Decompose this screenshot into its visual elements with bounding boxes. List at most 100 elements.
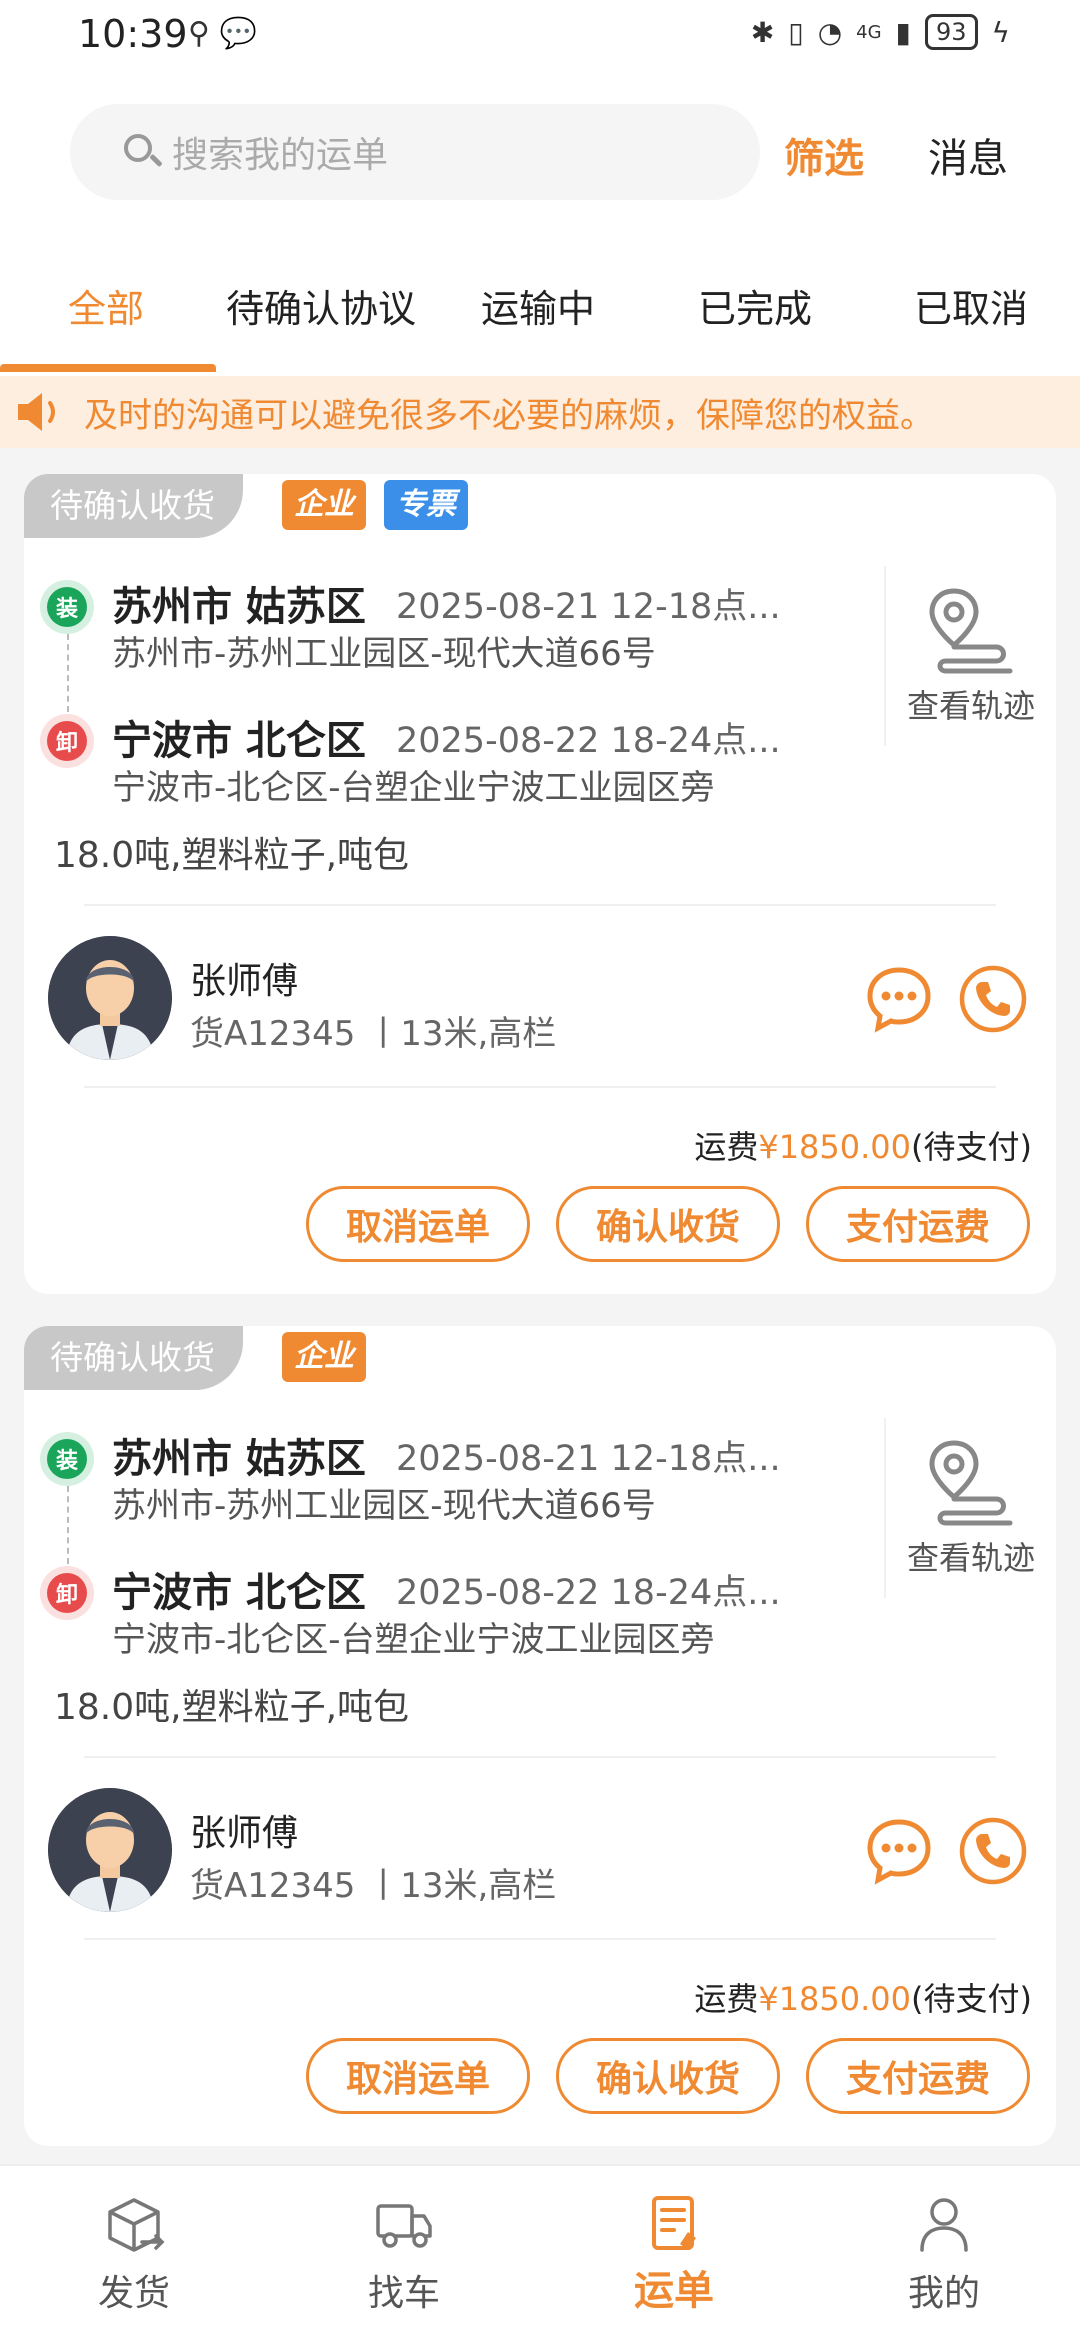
network-label: 4G (856, 21, 882, 43)
nav-item-find-truck[interactable]: 找车 (314, 2192, 494, 2316)
messages-button[interactable]: 消息 (928, 126, 1008, 184)
waybill-icon (652, 2196, 696, 2250)
invoice-badge: 专票 (384, 480, 468, 530)
divider (84, 1756, 996, 1758)
confirm-receipt-button[interactable]: 确认收货 (556, 1186, 780, 1262)
unload-marker: 卸 (40, 714, 94, 768)
profile-icon (920, 2198, 968, 2252)
unload-time: 2025-08-22 18-24点... (396, 721, 781, 761)
notice-text: 及时的沟通可以避免很多不必要的麻烦，保障您的权益。 (84, 395, 934, 436)
speaker-icon (18, 393, 55, 431)
chat-icon[interactable] (864, 1816, 934, 1886)
nav-label: 发货 (97, 2273, 170, 2314)
tab-cancelled[interactable]: 已取消 (914, 278, 1028, 333)
nav-item-waybill[interactable]: 运单 (584, 2192, 764, 2316)
fee-label: 运费 (694, 1128, 759, 1166)
unload-city: 宁波市 北仑区 (112, 1570, 366, 1616)
search-placeholder: 搜索我的运单 (172, 135, 389, 176)
signal-icon: ▮ (895, 15, 911, 49)
truck-info: 货A12345 丨13米,高栏 (190, 1866, 557, 1906)
tab-in-transit[interactable]: 运输中 (481, 278, 595, 333)
fee-line: 运费¥1850.00(待支付) (694, 1122, 1032, 1168)
vibrate-icon: ▯ (788, 15, 804, 49)
nav-label: 找车 (367, 2273, 440, 2314)
load-address: 苏州市-苏州工业园区-现代大道66号 (112, 1486, 656, 1526)
fee-status: (待支付) (911, 1128, 1032, 1166)
charging-icon: ϟ (991, 15, 1010, 49)
chat-icon[interactable] (864, 964, 934, 1034)
battery-icon: 93 (924, 14, 978, 50)
unload-time: 2025-08-22 18-24点... (396, 1573, 781, 1613)
divider (84, 1086, 996, 1088)
header: 搜索我的运单 筛选 消息 (0, 76, 1080, 230)
fee-label: 运费 (694, 1980, 759, 2018)
truck-icon (376, 2204, 432, 2248)
load-marker: 装 (40, 580, 94, 634)
notice-bar: 及时的沟通可以避免很多不必要的麻烦，保障您的权益。 (0, 376, 1080, 448)
load-time: 2025-08-21 12-18点... (396, 1439, 781, 1479)
status-badge: 待确认收货 (24, 1326, 243, 1390)
phone-icon[interactable] (958, 1816, 1028, 1886)
wifi-icon: ◔ (817, 15, 843, 49)
load-address: 苏州市-苏州工业园区-现代大道66号 (112, 634, 656, 674)
status-badge: 待确认收货 (24, 474, 243, 538)
view-track-button[interactable]: 查看轨迹 (884, 566, 1056, 746)
bluetooth-icon: ✱ (750, 15, 775, 49)
unload-marker: 卸 (40, 1566, 94, 1620)
driver-name: 张师傅 (190, 1813, 299, 1854)
company-badge: 企业 (282, 1332, 366, 1382)
order-card[interactable]: 待确认收货 企业 专票 装 苏州市 姑苏区 2025-08-21 12-18点.… (24, 474, 1056, 1294)
load-city: 苏州市 姑苏区 (112, 584, 366, 630)
phone-icon[interactable] (958, 964, 1028, 1034)
driver-name: 张师傅 (190, 961, 299, 1002)
search-input[interactable]: 搜索我的运单 (70, 104, 760, 200)
fee-amount: ¥1850.00 (758, 1128, 912, 1166)
cargo-info: 18.0吨,塑料粒子,吨包 (54, 835, 410, 876)
nav-item-profile[interactable]: 我的 (854, 2192, 1034, 2316)
tab-indicator (0, 364, 216, 372)
unload-address: 宁波市-北仑区-台塑企业宁波工业园区旁 (112, 1620, 715, 1660)
divider (84, 904, 996, 906)
fee-amount: ¥1850.00 (758, 1980, 912, 2018)
avatar (48, 1788, 172, 1912)
location-route-icon (929, 588, 1013, 674)
bottom-nav: 发货 找车 运单 我的 (0, 2164, 1080, 2340)
divider (84, 1938, 996, 1940)
status-time: 10:39 (78, 12, 188, 56)
nav-item-ship[interactable]: 发货 (44, 2192, 224, 2316)
unload-city: 宁波市 北仑区 (112, 718, 366, 764)
pay-freight-button[interactable]: 支付运费 (806, 2038, 1030, 2114)
nav-label: 运单 (634, 2268, 714, 2314)
nav-label: 我的 (907, 2273, 980, 2314)
load-marker: 装 (40, 1432, 94, 1486)
status-right-icons: ✱ ▯ ◔ 4G ▮ 93 ϟ (751, 14, 1010, 50)
usb-chat-icons: ⚲ 💬 (188, 16, 257, 51)
cancel-order-button[interactable]: 取消运单 (306, 1186, 530, 1262)
confirm-receipt-button[interactable]: 确认收货 (556, 2038, 780, 2114)
truck-info: 货A12345 丨13米,高栏 (190, 1014, 557, 1054)
filter-button[interactable]: 筛选 (784, 126, 864, 184)
fee-line: 运费¥1850.00(待支付) (694, 1974, 1032, 2020)
cancel-order-button[interactable]: 取消运单 (306, 2038, 530, 2114)
tab-all[interactable]: 全部 (68, 278, 144, 333)
route-line (67, 634, 69, 712)
search-icon (122, 132, 163, 172)
company-badge: 企业 (282, 480, 366, 530)
view-track-button[interactable]: 查看轨迹 (884, 1418, 1056, 1598)
avatar (48, 936, 172, 1060)
box-icon (108, 2198, 165, 2252)
cargo-info: 18.0吨,塑料粒子,吨包 (54, 1687, 410, 1728)
status-bar: 10:39 ⚲ 💬 ✱ ▯ ◔ 4G ▮ 93 ϟ (0, 0, 1080, 76)
location-route-icon (929, 1440, 1013, 1526)
tab-completed[interactable]: 已完成 (698, 278, 812, 333)
load-city: 苏州市 姑苏区 (112, 1436, 366, 1482)
order-card[interactable]: 待确认收货 企业 装 苏州市 姑苏区 2025-08-21 12-18点... … (24, 1326, 1056, 2146)
order-tabs: 全部 待确认协议 运输中 已完成 已取消 (0, 230, 1080, 376)
pay-freight-button[interactable]: 支付运费 (806, 1186, 1030, 1262)
unload-address: 宁波市-北仑区-台塑企业宁波工业园区旁 (112, 768, 715, 808)
fee-status: (待支付) (911, 1980, 1032, 2018)
load-time: 2025-08-21 12-18点... (396, 587, 781, 627)
view-track-label: 查看轨迹 (906, 1539, 1035, 1577)
tab-pending-agreement[interactable]: 待确认协议 (226, 278, 416, 333)
view-track-label: 查看轨迹 (906, 687, 1035, 725)
